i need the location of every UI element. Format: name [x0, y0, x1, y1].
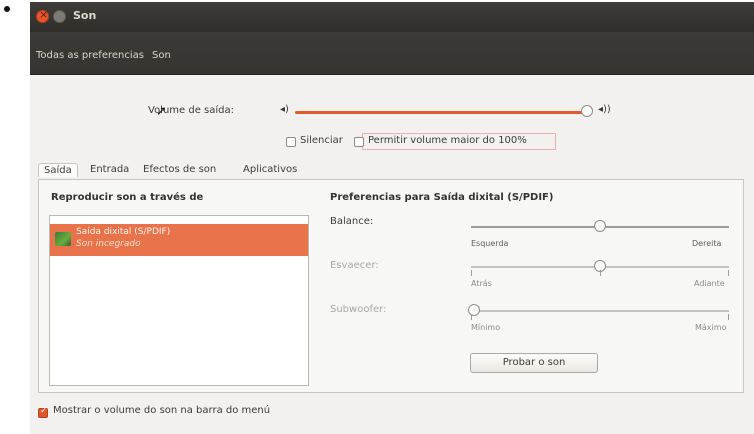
breadcrumb-current[interactable]: Son — [152, 50, 171, 61]
tab-sound-effects[interactable]: Efectos de son — [143, 164, 216, 175]
device-subtitle: Son incegrado — [76, 239, 141, 249]
mute-label: Silenciar — [300, 135, 343, 146]
mute-checkbox[interactable] — [286, 137, 296, 147]
allow-over-amplification-checkbox[interactable] — [354, 137, 364, 147]
balance-left-label: Esquerda — [471, 239, 509, 248]
device-preferences-title: Preferencias para Saída dixital (S/PDIF) — [330, 192, 554, 203]
mouse-pointer-icon: ➚ — [156, 104, 167, 119]
tab-input[interactable]: Entrada — [90, 164, 129, 175]
device-list-title: Reproducir son a través de — [51, 192, 204, 203]
allow-over-amplification-label: Permitir volume maior do 100% — [368, 135, 527, 146]
tab-output[interactable]: Saída — [38, 163, 78, 177]
fade-tick-middle — [600, 270, 601, 276]
balance-right-label: Dereita — [692, 239, 722, 248]
output-volume-slider[interactable] — [295, 111, 590, 114]
fade-label: Esvaecer: — [330, 260, 379, 271]
fade-tick-end — [728, 270, 729, 276]
title-bar: Son — [30, 2, 754, 32]
all-preferences-button[interactable]: Todas as preferencias — [36, 50, 144, 61]
list-bullet — [4, 6, 10, 12]
test-sound-button[interactable]: Probar o son — [470, 353, 598, 373]
subwoofer-tick-start — [471, 314, 472, 320]
output-tab-panel: Reproducir son a través de Saída dixital… — [38, 179, 744, 393]
show-volume-in-menu-checkbox[interactable] — [38, 406, 48, 418]
fade-right-label: Adiante — [694, 279, 725, 288]
subwoofer-min-label: Mínimo — [471, 323, 501, 332]
sound-card-icon — [55, 232, 71, 246]
subwoofer-slider[interactable] — [471, 310, 729, 312]
device-name: Saída dixital (S/PDIF) — [76, 227, 171, 237]
subwoofer-slider-handle[interactable] — [468, 304, 480, 316]
content-area: Volume de saída: ◂) ◂)) Silenciar Permit… — [30, 75, 754, 434]
subwoofer-label: Subwoofer: — [330, 304, 387, 315]
window-title: Son — [73, 9, 97, 22]
output-device-list[interactable]: Saída dixital (S/PDIF) Son incegrado — [49, 215, 309, 386]
fade-tick-start — [471, 270, 472, 276]
speaker-high-icon: ◂)) — [598, 104, 611, 115]
toolbar: Todas as preferencias Son — [30, 32, 754, 75]
subwoofer-tick-end — [728, 314, 729, 320]
fade-left-label: Atrás — [471, 279, 492, 288]
close-window-button[interactable] — [36, 8, 49, 23]
list-item[interactable]: Saída dixital (S/PDIF) Son incegrado — [50, 224, 308, 256]
tab-applications[interactable]: Aplicativos — [243, 164, 297, 175]
output-volume-slider-handle[interactable] — [581, 105, 593, 117]
sound-settings-window: Son Todas as preferencias Son Volume de … — [30, 2, 754, 434]
speaker-low-icon: ◂) — [280, 104, 289, 115]
subwoofer-max-label: Máximo — [695, 323, 727, 332]
balance-label: Balance: — [330, 216, 374, 227]
minimize-window-button[interactable] — [53, 10, 66, 23]
show-volume-in-menu-label: Mostrar o volume do son na barra do menú — [53, 405, 271, 416]
balance-slider-handle[interactable] — [594, 220, 606, 232]
